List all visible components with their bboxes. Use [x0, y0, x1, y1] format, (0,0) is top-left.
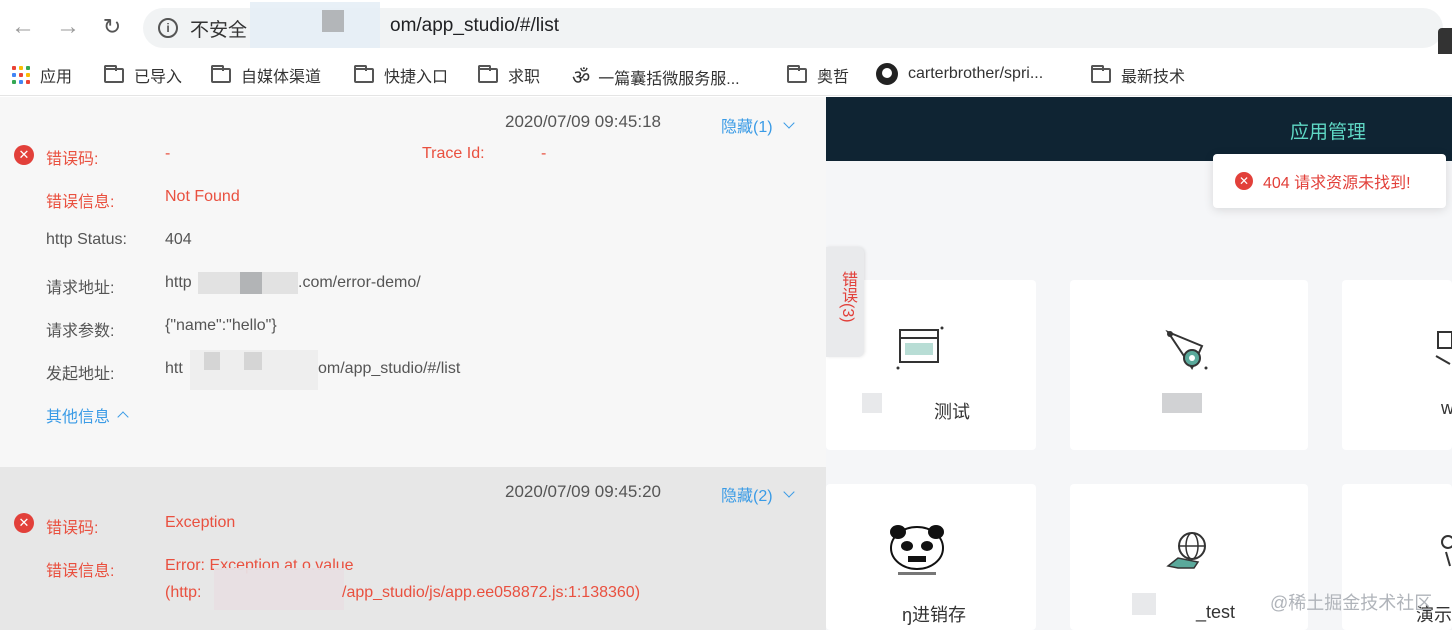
more-info-toggle[interactable]: 其他信息 [46, 403, 129, 427]
folder-icon [211, 64, 231, 83]
error-count-label: 错误(3) [839, 271, 856, 323]
bookmark-aozhe[interactable]: 奥哲 [787, 63, 849, 87]
url-redaction [244, 352, 262, 370]
bookmark-label: 应用 [40, 69, 73, 86]
bookmark-label: 一篇囊括微服务服... [598, 70, 740, 88]
error-code-label: 错误码: [46, 520, 99, 537]
back-arrow-icon[interactable]: ← [8, 12, 38, 42]
chevron-down-icon [782, 486, 795, 498]
error-message-label: 错误信息: [46, 194, 115, 211]
bookmark-jobs[interactable]: 求职 [478, 63, 540, 87]
error-message-line2-suffix: /app_studio/js/app.ee058872.js:1:138360) [342, 584, 641, 601]
folder-icon [1091, 64, 1111, 83]
trace-id-label: Trace Id: [422, 145, 485, 162]
apps-grid-icon [12, 66, 30, 84]
request-url-label: 请求地址: [46, 280, 115, 297]
app-card-label: 测试 [934, 402, 970, 422]
error-message-line2-prefix: (http: [165, 584, 202, 601]
origin-url-suffix: om/app_studio/#/list [318, 360, 461, 377]
folder-icon [478, 64, 498, 83]
request-params-label: 请求参数: [46, 323, 115, 340]
label-redaction [1132, 593, 1156, 615]
om-glyph-icon: ॐ [572, 67, 591, 89]
url-redaction [214, 568, 344, 610]
partial-app-icon [1435, 331, 1452, 365]
security-label[interactable]: 不安全 [190, 15, 247, 42]
error-circle-icon: ✕ [14, 513, 34, 533]
error-timestamp: 2020/07/09 09:45:18 [505, 112, 661, 131]
panda-meme-icon [890, 525, 944, 575]
error-code-value: Exception [165, 514, 236, 531]
request-params-value: {"name":"hello"} [165, 317, 277, 334]
bookmark-github[interactable]: carterbrother/spri... [876, 63, 1043, 85]
bookmark-label: 已导入 [134, 69, 183, 86]
partial-app-icon [1441, 535, 1452, 567]
error-circle-icon: ✕ [1235, 172, 1253, 190]
app-header-title[interactable]: 应用管理 [1290, 117, 1366, 144]
watermark: @稀土掘金技术社区 [1270, 593, 1433, 613]
app-card-label: w [1441, 398, 1452, 418]
trace-id-value: - [541, 145, 547, 162]
url-redaction [204, 352, 220, 370]
more-info-label: 其他信息 [46, 409, 111, 426]
error-circle-icon: ✕ [14, 145, 34, 165]
app-card[interactable] [1342, 280, 1452, 450]
bookmark-latest-tech[interactable]: 最新技术 [1091, 63, 1185, 87]
forward-arrow-icon[interactable]: → [53, 12, 83, 42]
error-timestamp: 2020/07/09 09:45:20 [505, 482, 661, 501]
http-status-value: 404 [165, 231, 192, 248]
app-card-label: ŋ进销存 [902, 605, 967, 625]
reload-icon[interactable]: ↻ [97, 12, 127, 42]
url-redaction [322, 10, 344, 32]
folder-icon [354, 64, 374, 83]
bookmark-media[interactable]: 自媒体渠道 [211, 63, 321, 87]
github-icon [876, 63, 898, 85]
hide-toggle[interactable]: 隐藏(2) [721, 482, 795, 506]
bookmark-label: 自媒体渠道 [241, 69, 322, 86]
request-url-suffix: .com/error-demo/ [298, 274, 421, 291]
bookmark-apps[interactable]: 应用 [12, 63, 72, 87]
app-card[interactable] [1070, 280, 1308, 450]
bookmark-shortcuts[interactable]: 快捷入口 [354, 63, 448, 87]
window-app-icon [896, 326, 944, 370]
origin-url-label: 发起地址: [46, 366, 115, 383]
film-reel-icon [1165, 329, 1208, 371]
bookmark-imported[interactable]: 已导入 [104, 63, 182, 87]
folder-icon [104, 64, 124, 83]
bookmark-microservice[interactable]: ॐ 一篇囊括微服务服... [572, 63, 740, 90]
info-icon[interactable]: i [158, 18, 178, 38]
chevron-down-icon [782, 117, 795, 129]
error-toast: ✕ 404 请求资源未找到! [1213, 154, 1446, 208]
url-redaction [240, 272, 262, 294]
error-drawer-tab[interactable]: 错误(3) [826, 247, 864, 357]
error-code-value: - [165, 145, 171, 162]
hide-toggle-label: 隐藏(1) [721, 119, 773, 136]
url-text[interactable]: om/app_studio/#/list [390, 15, 559, 37]
error-entry [0, 467, 826, 630]
url-redaction [250, 2, 380, 48]
error-code-label: 错误码: [46, 151, 99, 168]
toast-message: 404 请求资源未找到! [1263, 175, 1411, 192]
hide-toggle[interactable]: 隐藏(1) [721, 113, 795, 137]
request-url-prefix: http [165, 274, 192, 291]
label-redaction [1162, 393, 1202, 413]
chevron-up-icon [117, 411, 129, 423]
browser-toolbar: ← → ↻ i 不安全 om/app_studio/#/list [0, 0, 1452, 62]
hide-toggle-label: 隐藏(2) [721, 488, 773, 505]
http-status-label: http Status: [46, 231, 127, 248]
bookmark-label: 快捷入口 [384, 69, 449, 86]
folder-icon [787, 64, 807, 83]
bookmark-label: 最新技术 [1121, 69, 1186, 86]
label-redaction [862, 393, 882, 413]
bookmark-label: 求职 [508, 69, 541, 86]
bookmark-label: carterbrother/spri... [908, 65, 1044, 82]
bookmark-label: 奥哲 [817, 69, 850, 86]
bookmarks-bar: 应用 已导入 自媒体渠道 快捷入口 求职 ॐ 一篇囊括微服务服... 奥哲 ca… [0, 54, 1452, 96]
origin-url-prefix: htt [165, 360, 183, 377]
error-message-label: 错误信息: [46, 563, 115, 580]
app-card-label: _test [1196, 602, 1236, 622]
globe-hand-icon [1166, 532, 1206, 569]
error-message-value: Not Found [165, 188, 240, 205]
